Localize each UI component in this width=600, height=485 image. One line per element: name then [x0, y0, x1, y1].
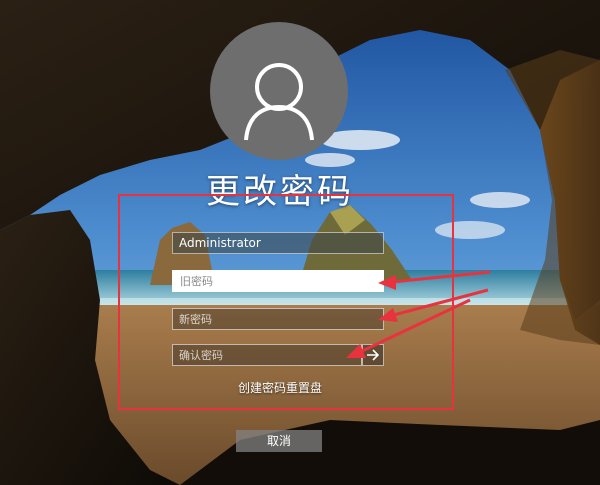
- create-reset-disk-link[interactable]: 创建密码重置盘: [200, 380, 360, 396]
- user-avatar: [210, 22, 348, 160]
- username-display: Administrator: [172, 232, 384, 254]
- confirm-password-input[interactable]: [172, 344, 362, 366]
- old-password-input[interactable]: [172, 270, 384, 292]
- cancel-button[interactable]: 取消: [236, 430, 322, 452]
- new-password-input[interactable]: [172, 308, 384, 330]
- submit-button[interactable]: [362, 344, 384, 366]
- user-silhouette-icon: [244, 63, 314, 141]
- arrow-right-icon: [367, 349, 380, 361]
- page-title: 更改密码: [206, 172, 354, 212]
